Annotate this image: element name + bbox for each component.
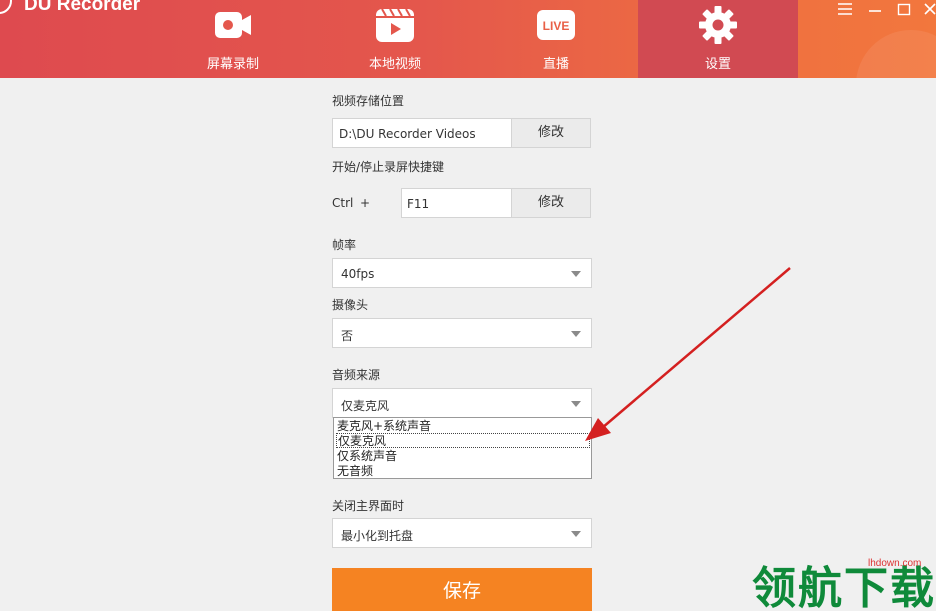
annotation-arrow: [585, 267, 791, 441]
watermark-site: lhdown.com: [868, 558, 922, 569]
